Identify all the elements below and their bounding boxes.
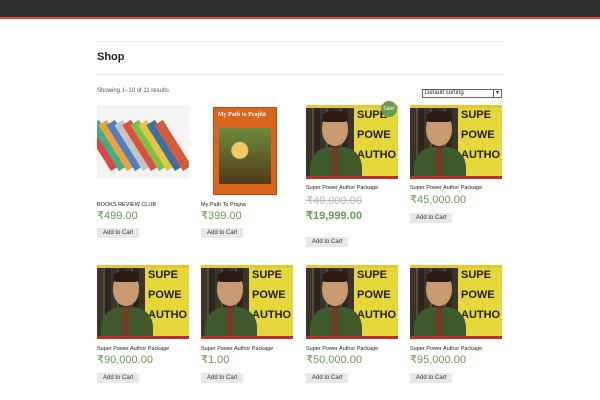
product-price: ₹90,000.00 (97, 354, 153, 366)
author-photo-image: SUPE POWE AUTHO (201, 265, 293, 339)
product-card[interactable]: SUPE POWE AUTHO Super Power Author Package… (410, 265, 502, 385)
add-to-cart-button[interactable]: Add to Cart (97, 228, 140, 238)
product-card[interactable]: SUPE POWE AUTHO Super Power Author Package… (306, 265, 398, 385)
product-card[interactable]: SUPE POWE AUTHO Super Power Author Package… (410, 105, 502, 240)
book-cover-image: My Path to Prajñā (213, 107, 277, 195)
author-photo-image: SUPE POWE AUTHO (410, 265, 502, 339)
sort-select[interactable]: Default sorting ▼ (422, 89, 502, 98)
product-card[interactable]: SUPE POWE AUTHO Super Power Author Package… (201, 265, 293, 385)
add-to-cart-button[interactable]: Add to Cart (201, 228, 244, 238)
nav-accent-line (0, 17, 600, 19)
product-image[interactable] (97, 105, 189, 179)
product-price: ₹499.00 (97, 210, 138, 222)
sale-badge: Sale! (381, 101, 397, 117)
product-card[interactable]: BOOKS REVIEW CLUB ₹499.00 Add to Cart (97, 105, 189, 240)
product-price: ₹1.00 (201, 354, 230, 366)
book-cover-title: My Path to Prajñā (218, 112, 266, 118)
chevron-down-icon[interactable]: ▼ (493, 90, 501, 97)
product-name[interactable]: Super Power Author Package (410, 346, 482, 352)
author-photo-image: SUPE POWE AUTHO (410, 105, 502, 179)
author-photo-image: SUPE POWE AUTHO (306, 105, 398, 179)
sort-selected-value: Default sorting (425, 90, 464, 96)
product-card[interactable]: SUPE POWE AUTHO Super Power Author Package… (97, 265, 189, 385)
product-price: ₹399.00 (201, 210, 242, 222)
product-name[interactable]: BOOKS REVIEW CLUB (97, 202, 156, 208)
add-to-cart-button[interactable]: Add to Cart (97, 373, 140, 383)
product-image[interactable]: My Path to Prajñā (201, 105, 293, 195)
product-image[interactable]: SUPE POWE AUTHO (410, 105, 502, 179)
result-count: Showing 1–10 of 11 results (97, 88, 169, 94)
product-image[interactable]: SUPE POWE AUTHO (306, 105, 398, 179)
product-price: ₹45,000.00 (410, 194, 466, 206)
product-name[interactable]: Super Power Author Package (97, 346, 169, 352)
product-card[interactable]: SUPE POWE AUTHO Sale! Super Power Author P… (306, 101, 398, 250)
product-image[interactable]: SUPE POWE AUTHO (201, 265, 293, 339)
product-price: ₹50,000.00 (306, 354, 362, 366)
product-name[interactable]: Super Power Author Package (306, 185, 378, 191)
add-to-cart-button[interactable]: Add to Cart (306, 237, 349, 247)
product-name[interactable]: Super Power Author Package (201, 346, 273, 352)
page-title: Shop (97, 51, 125, 63)
add-to-cart-button[interactable]: Add to Cart (306, 373, 349, 383)
top-nav-bar (0, 0, 600, 17)
author-photo-image: SUPE POWE AUTHO (306, 265, 398, 339)
add-to-cart-button[interactable]: Add to Cart (410, 373, 453, 383)
divider (97, 41, 503, 42)
divider (97, 74, 503, 75)
author-photo-image: SUPE POWE AUTHO (97, 265, 189, 339)
product-name[interactable]: Super Power Author Package (306, 346, 378, 352)
product-sale-price: ₹19,999.00 (306, 210, 362, 222)
product-price: ₹95,000.00 (410, 354, 466, 366)
product-name[interactable]: Super Power Author Package (410, 185, 482, 191)
product-image[interactable]: SUPE POWE AUTHO (306, 265, 398, 339)
product-image[interactable]: SUPE POWE AUTHO (410, 265, 502, 339)
product-name[interactable]: My Path To Prajna (201, 202, 246, 208)
add-to-cart-button[interactable]: Add to Cart (410, 213, 453, 223)
product-card[interactable]: My Path to Prajñā My Path To Prajna ₹399… (201, 105, 293, 240)
books-stack-image (97, 105, 189, 179)
product-image[interactable]: SUPE POWE AUTHO (97, 265, 189, 339)
product-old-price: ₹40,000.00 (306, 195, 362, 207)
add-to-cart-button[interactable]: Add to Cart (201, 373, 244, 383)
